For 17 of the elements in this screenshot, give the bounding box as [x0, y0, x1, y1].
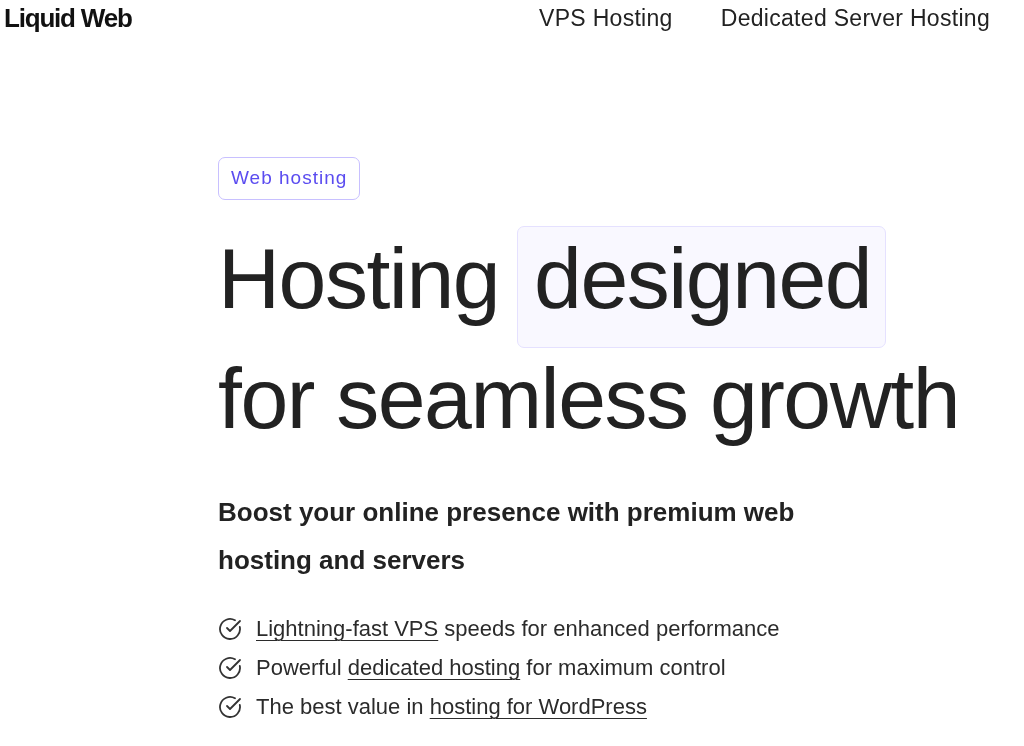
feature-link[interactable]: dedicated hosting: [347, 655, 521, 680]
headline-text: for seamless growth: [218, 350, 959, 446]
feature-link[interactable]: Lightning-fast VPS: [256, 616, 439, 641]
check-icon: [218, 617, 242, 641]
logo[interactable]: Liquid Web: [4, 2, 132, 34]
nav-link[interactable]: VPS Hosting: [539, 4, 673, 32]
check-icon: [218, 656, 242, 680]
category-badge: Web hosting: [218, 157, 361, 200]
feature-link[interactable]: hosting for WordPress: [429, 694, 647, 719]
subheading: Boost your online presence with premium web hosting and servers: [218, 496, 796, 577]
feature-text: The best value in hosting for WordPress: [256, 694, 647, 720]
feature-text: Powerful dedicated hosting for maximum control: [256, 655, 726, 681]
feature-text: Lightning-fast VPS speeds for enhanced performance: [256, 616, 780, 642]
highlighted-word: designed: [517, 226, 887, 348]
nav-link[interactable]: Dedicated Server Hosting: [720, 4, 990, 32]
check-icon: [218, 695, 242, 719]
headline-text: Hosting: [218, 230, 500, 326]
